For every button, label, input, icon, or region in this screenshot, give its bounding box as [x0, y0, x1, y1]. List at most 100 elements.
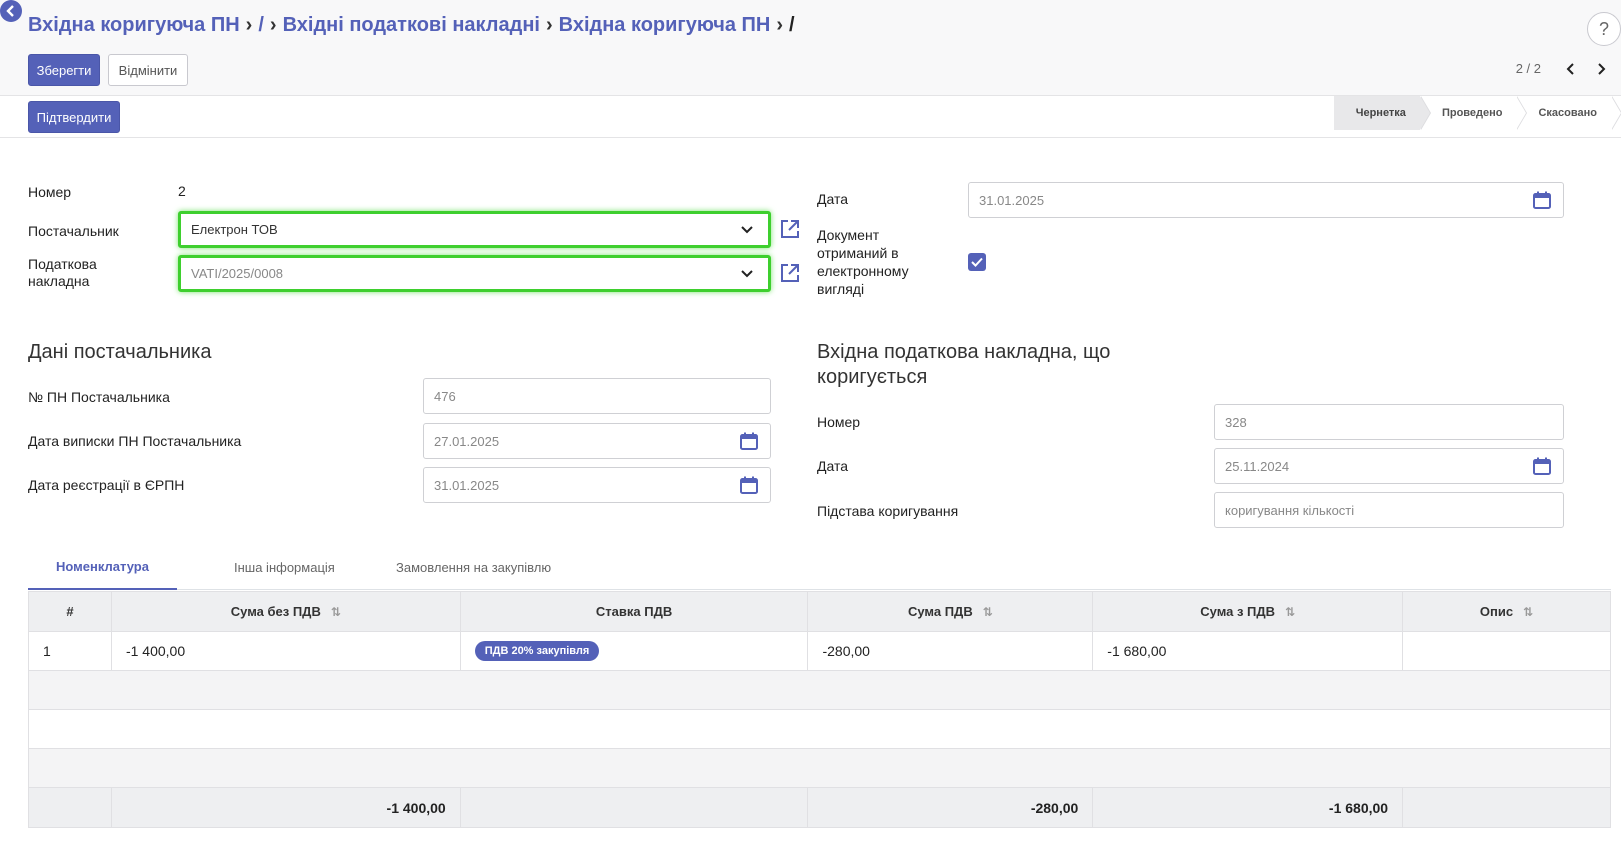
reg-date-value: 31.01.2025 [434, 477, 500, 493]
breadcrumb-current: / [788, 14, 795, 36]
correction-reason-input[interactable]: коригування кількості [1214, 492, 1564, 528]
cell-amount-net: -1 400,00 [110, 631, 461, 671]
table-header-row: # Сума без ПДВ ⇅ Ставка ПДВ Сума ПДВ ⇅ Сум… [28, 591, 1611, 632]
supplier-select[interactable]: Електрон ТОВ [178, 211, 771, 248]
corrected-number-input[interactable]: 328 [1214, 404, 1564, 440]
date-label: Дата [817, 191, 849, 207]
discard-button[interactable]: Відмінити [108, 54, 188, 86]
pager-previous-icon[interactable] [1561, 58, 1581, 80]
vat-rate-badge: ПДВ 20% закупівля [474, 641, 600, 661]
column-header-desc[interactable]: Опис ⇅ [1402, 591, 1611, 632]
chevron-right-icon: › [269, 14, 277, 36]
confirm-button[interactable]: Підтвердити [28, 101, 120, 133]
sort-icon[interactable]: ⇅ [331, 605, 341, 619]
calendar-icon[interactable] [1531, 455, 1553, 477]
breadcrumb-item-2[interactable]: Вхідні податкові накладні [283, 14, 540, 37]
sort-icon[interactable]: ⇅ [1523, 605, 1533, 619]
supplier-label: Постачальник [28, 223, 119, 239]
totals-row: -1 400,00 -280,00 -1 680,00 [28, 787, 1611, 828]
column-header-vat-rate[interactable]: Ставка ПДВ [459, 591, 809, 632]
status-stages: Чернетка Проведено Скасовано [1333, 96, 1621, 130]
empty-row [28, 670, 1611, 710]
tax-invoice-select[interactable]: VATI/2025/0008 [178, 255, 771, 292]
column-header-label: Сума ПДВ [907, 604, 973, 619]
sort-icon[interactable]: ⇅ [1285, 605, 1295, 619]
chevron-right-icon: › [245, 14, 253, 36]
issue-date-input[interactable]: 27.01.2025 [423, 423, 771, 459]
calendar-icon[interactable] [738, 430, 760, 452]
column-header-label: Ставка ПДВ [595, 604, 673, 619]
tax-invoice-label: Податкова накладна [28, 256, 97, 289]
corrected-date-label: Дата [817, 458, 849, 474]
table-row[interactable]: 1 -1 400,00 ПДВ 20% закупівля -280,00 -1… [28, 631, 1611, 671]
help-button[interactable]: ? [1587, 12, 1621, 46]
column-header-label: Опис [1479, 604, 1514, 619]
breadcrumb-item-3[interactable]: Вхідна коригуюча ПН [559, 14, 771, 37]
supplier-value: Електрон ТОВ [191, 222, 278, 237]
supplier-tn-input[interactable]: 476 [423, 378, 771, 414]
column-header-num[interactable]: # [28, 591, 112, 632]
breadcrumb: Вхідна коригуюча ПН › / › Вхідні податко… [28, 14, 795, 37]
number-value: 2 [178, 183, 186, 199]
tab-nomenclature[interactable]: Номенклатура [28, 545, 177, 590]
reg-date-label: Дата реєстрації в ЄРПН [28, 477, 185, 493]
total-empty [28, 787, 112, 828]
column-header-vat[interactable]: Сума ПДВ ⇅ [807, 591, 1094, 632]
electronic-doc-checkbox[interactable] [968, 253, 986, 271]
control-panel: Вхідна коригуюча ПН › / › Вхідні податко… [0, 0, 1621, 96]
date-value: 31.01.2025 [979, 192, 1045, 208]
notebook-tabs: Номенклатура Інша інформація Замовлення … [28, 545, 1611, 590]
external-link-icon[interactable] [779, 262, 801, 284]
corrected-number-label: Номер [817, 414, 861, 430]
cell-desc [1402, 631, 1611, 671]
reg-date-input[interactable]: 31.01.2025 [423, 467, 771, 503]
tab-purchase-orders[interactable]: Замовлення на закупівлю [368, 545, 579, 590]
stage-draft[interactable]: Чернетка [1333, 96, 1432, 130]
save-button[interactable]: Зберегти [28, 54, 100, 86]
column-header-amount-net[interactable]: Сума без ПДВ ⇅ [110, 591, 461, 632]
corrected-section-title: Вхідна податкова накладна, що коригуєтьс… [817, 341, 1111, 388]
lines-table: # Сума без ПДВ ⇅ Ставка ПДВ Сума ПДВ ⇅ Сум… [28, 591, 1611, 828]
tax-invoice-value: VATI/2025/0008 [191, 266, 284, 281]
cell-vat: -280,00 [807, 631, 1094, 671]
empty-row [28, 748, 1611, 788]
total-empty [459, 787, 809, 828]
total-amount-net: -1 400,00 [110, 787, 461, 828]
pager-value: 2 / 2 [1515, 61, 1541, 76]
chevron-down-icon[interactable] [736, 219, 758, 241]
breadcrumb-item-1[interactable]: Вхідна коригуюча ПН [28, 14, 240, 37]
breadcrumb-slash[interactable]: / [258, 14, 264, 37]
sort-icon[interactable]: ⇅ [983, 605, 993, 619]
supplier-tn-value: 476 [434, 388, 456, 404]
calendar-icon[interactable] [1531, 189, 1553, 211]
pager-next-icon[interactable] [1591, 58, 1611, 80]
external-link-icon[interactable] [779, 218, 801, 240]
calendar-icon[interactable] [738, 474, 760, 496]
cell-amount-gross: -1 680,00 [1092, 631, 1404, 671]
tab-other-info[interactable]: Інша інформація [206, 545, 363, 590]
supplier-tn-label: № ПН Постачальника [28, 389, 170, 405]
electronic-doc-label: Документ отриманий в електронному вигляд… [817, 227, 909, 297]
column-header-amount-gross[interactable]: Сума з ПДВ ⇅ [1092, 591, 1404, 632]
corrected-date-input[interactable]: 25.11.2024 [1214, 448, 1564, 484]
corrected-number-value: 328 [1225, 414, 1247, 430]
corrected-date-value: 25.11.2024 [1225, 458, 1290, 474]
chevron-right-icon: › [545, 14, 553, 36]
chevron-down-icon[interactable] [736, 263, 758, 285]
column-header-label: Сума без ПДВ [230, 604, 321, 619]
chevron-right-icon: › [776, 14, 783, 36]
status-bar: Підтвердити Чернетка Проведено Скасовано [0, 96, 1621, 138]
empty-row [28, 709, 1611, 749]
supplier-section-title: Дані постачальника [28, 341, 212, 363]
back-icon[interactable] [0, 0, 22, 22]
total-amount-gross: -1 680,00 [1092, 787, 1404, 828]
column-header-label: # [66, 604, 74, 619]
number-label: Номер [28, 184, 72, 200]
correction-reason-label: Підстава коригування [817, 503, 959, 519]
issue-date-label: Дата виписки ПН Постачальника [28, 433, 242, 449]
stage-posted[interactable]: Проведено [1419, 96, 1527, 130]
cell-num: 1 [28, 631, 112, 671]
date-input[interactable]: 31.01.2025 [968, 182, 1564, 218]
stage-cancelled[interactable]: Скасовано [1516, 96, 1621, 130]
total-empty [1402, 787, 1611, 828]
